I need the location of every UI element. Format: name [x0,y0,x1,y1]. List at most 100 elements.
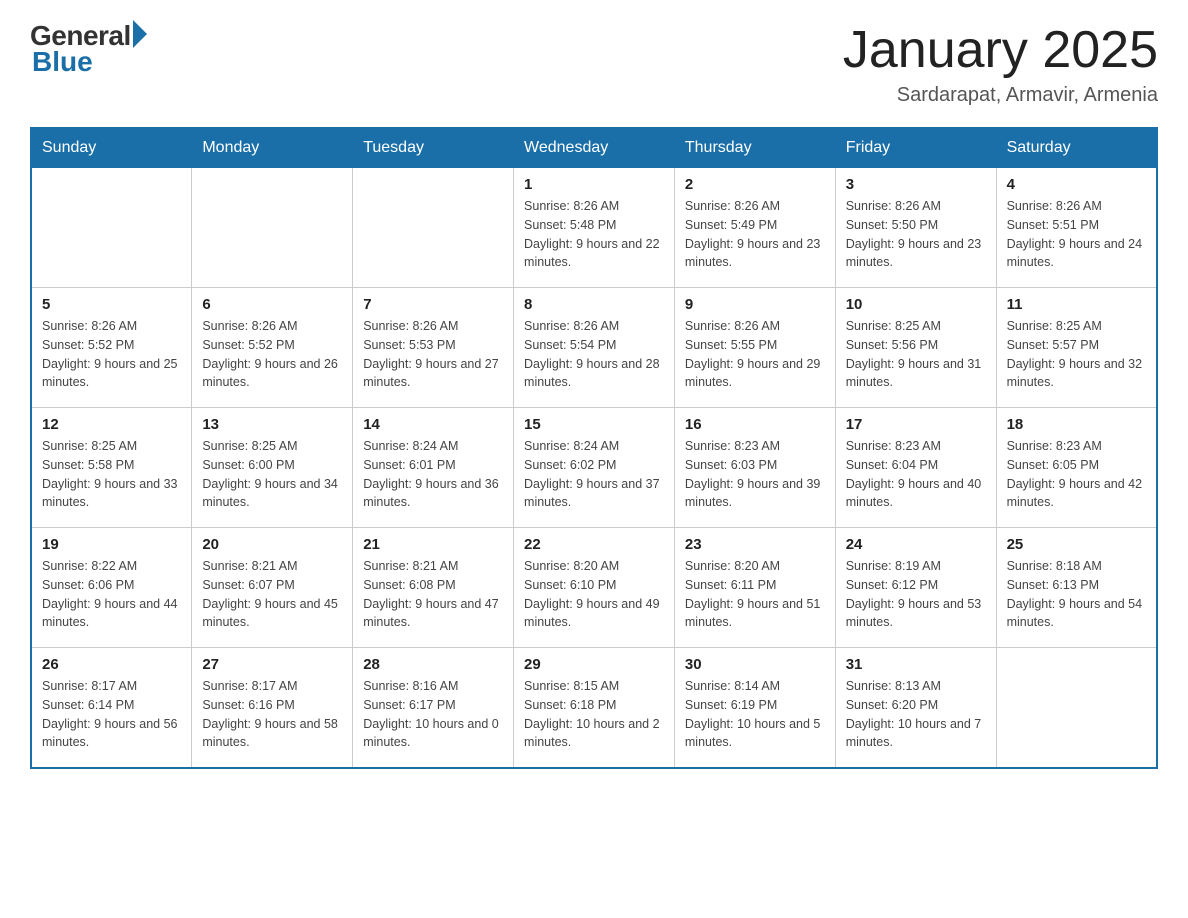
day-info: Sunrise: 8:24 AM Sunset: 6:02 PM Dayligh… [524,437,664,512]
day-number: 7 [363,296,503,313]
day-info: Sunrise: 8:26 AM Sunset: 5:53 PM Dayligh… [363,317,503,392]
day-cell: 7 Sunrise: 8:26 AM Sunset: 5:53 PM Daylig… [353,288,514,408]
day-info: Sunrise: 8:26 AM Sunset: 5:49 PM Dayligh… [685,197,825,272]
day-cell: 6Sunrise: 8:26 AM Sunset: 5:52 PM Daylig… [192,288,353,408]
day-info: Sunrise: 8:26 AM Sunset: 5:51 PM Dayligh… [1007,197,1146,272]
day-number: 20 [202,536,342,553]
day-info: Sunrise: 8:24 AM Sunset: 6:01 PM Dayligh… [363,437,503,512]
day-number: 13 [202,416,342,433]
day-number: 27 [202,656,342,673]
day-cell: 10Sunrise: 8:25 AM Sunset: 5:56 PM Dayli… [835,288,996,408]
page-header: General Blue January 2025 Sardarapat, Ar… [30,20,1158,107]
header-row: SundayMondayTuesdayWednesdayThursdayFrid… [31,128,1157,168]
day-info: Sunrise: 8:16 AM Sunset: 6:17 PM Dayligh… [363,677,503,752]
day-number: 9 [685,296,825,313]
day-info: Sunrise: 8:23 AM Sunset: 6:05 PM Dayligh… [1007,437,1146,512]
day-info: Sunrise: 8:15 AM Sunset: 6:18 PM Dayligh… [524,677,664,752]
day-cell: 12 Sunrise: 8:25 AM Sunset: 5:58 PM Dayli… [31,408,192,528]
day-number: 1 [524,176,664,193]
calendar-header: SundayMondayTuesdayWednesdayThursdayFrid… [31,128,1157,168]
day-cell: 25Sunrise: 8:18 AM Sunset: 6:13 PM Dayli… [996,528,1157,648]
day-info: Sunrise: 8:21 AM Sunset: 6:07 PM Dayligh… [202,557,342,632]
week-row-1: 1 Sunrise: 8:26 AM Sunset: 5:48 PM Daylig… [31,168,1157,288]
day-number: 19 [42,536,181,553]
week-row-2: 5 Sunrise: 8:26 AM Sunset: 5:52 PM Daylig… [31,288,1157,408]
week-row-3: 12 Sunrise: 8:25 AM Sunset: 5:58 PM Dayli… [31,408,1157,528]
day-info: Sunrise: 8:22 AM Sunset: 6:06 PM Dayligh… [42,557,181,632]
day-number: 16 [685,416,825,433]
calendar-title: January 2025 [843,20,1158,80]
day-number: 28 [363,656,503,673]
day-info: Sunrise: 8:23 AM Sunset: 6:04 PM Dayligh… [846,437,986,512]
day-cell: 23 Sunrise: 8:20 AM Sunset: 6:11 PM Dayli… [674,528,835,648]
header-cell-sunday: Sunday [31,128,192,168]
day-cell: 28 Sunrise: 8:16 AM Sunset: 6:17 PM Dayli… [353,648,514,768]
day-number: 3 [846,176,986,193]
day-number: 8 [524,296,664,313]
day-number: 29 [524,656,664,673]
day-info: Sunrise: 8:17 AM Sunset: 6:14 PM Dayligh… [42,677,181,752]
logo: General Blue [30,20,147,78]
day-cell: 17 Sunrise: 8:23 AM Sunset: 6:04 PM Dayli… [835,408,996,528]
logo-blue-text: Blue [32,46,93,78]
day-cell: 26 Sunrise: 8:17 AM Sunset: 6:14 PM Dayli… [31,648,192,768]
day-cell: 8 Sunrise: 8:26 AM Sunset: 5:54 PM Daylig… [514,288,675,408]
calendar-subtitle: Sardarapat, Armavir, Armenia [843,84,1158,107]
day-number: 31 [846,656,986,673]
day-cell: 19 Sunrise: 8:22 AM Sunset: 6:06 PM Dayli… [31,528,192,648]
day-number: 30 [685,656,825,673]
day-number: 25 [1007,536,1146,553]
day-number: 26 [42,656,181,673]
header-cell-thursday: Thursday [674,128,835,168]
title-block: January 2025 Sardarapat, Armavir, Armeni… [843,20,1158,107]
header-cell-friday: Friday [835,128,996,168]
day-info: Sunrise: 8:19 AM Sunset: 6:12 PM Dayligh… [846,557,986,632]
day-number: 2 [685,176,825,193]
day-info: Sunrise: 8:26 AM Sunset: 5:52 PM Dayligh… [202,317,342,392]
day-info: Sunrise: 8:25 AM Sunset: 5:56 PM Dayligh… [846,317,986,392]
day-cell [192,168,353,288]
day-cell: 15 Sunrise: 8:24 AM Sunset: 6:02 PM Dayli… [514,408,675,528]
day-cell [996,648,1157,768]
day-number: 23 [685,536,825,553]
day-number: 24 [846,536,986,553]
header-cell-wednesday: Wednesday [514,128,675,168]
day-cell: 29 Sunrise: 8:15 AM Sunset: 6:18 PM Dayli… [514,648,675,768]
day-cell [31,168,192,288]
day-cell: 11 Sunrise: 8:25 AM Sunset: 5:57 PM Dayli… [996,288,1157,408]
day-number: 22 [524,536,664,553]
day-cell: 16 Sunrise: 8:23 AM Sunset: 6:03 PM Dayli… [674,408,835,528]
day-info: Sunrise: 8:13 AM Sunset: 6:20 PM Dayligh… [846,677,986,752]
day-cell: 1 Sunrise: 8:26 AM Sunset: 5:48 PM Daylig… [514,168,675,288]
day-info: Sunrise: 8:23 AM Sunset: 6:03 PM Dayligh… [685,437,825,512]
day-info: Sunrise: 8:25 AM Sunset: 5:58 PM Dayligh… [42,437,181,512]
day-info: Sunrise: 8:17 AM Sunset: 6:16 PM Dayligh… [202,677,342,752]
week-row-5: 26 Sunrise: 8:17 AM Sunset: 6:14 PM Dayli… [31,648,1157,768]
week-row-4: 19 Sunrise: 8:22 AM Sunset: 6:06 PM Dayli… [31,528,1157,648]
day-cell [353,168,514,288]
day-number: 15 [524,416,664,433]
day-number: 11 [1007,296,1146,313]
day-info: Sunrise: 8:26 AM Sunset: 5:48 PM Dayligh… [524,197,664,272]
calendar-body: 1 Sunrise: 8:26 AM Sunset: 5:48 PM Daylig… [31,168,1157,768]
day-info: Sunrise: 8:25 AM Sunset: 5:57 PM Dayligh… [1007,317,1146,392]
day-number: 12 [42,416,181,433]
day-cell: 3Sunrise: 8:26 AM Sunset: 5:50 PM Daylig… [835,168,996,288]
header-cell-monday: Monday [192,128,353,168]
day-info: Sunrise: 8:14 AM Sunset: 6:19 PM Dayligh… [685,677,825,752]
day-info: Sunrise: 8:26 AM Sunset: 5:54 PM Dayligh… [524,317,664,392]
day-cell: 20 Sunrise: 8:21 AM Sunset: 6:07 PM Dayli… [192,528,353,648]
day-number: 14 [363,416,503,433]
day-cell: 30 Sunrise: 8:14 AM Sunset: 6:19 PM Dayli… [674,648,835,768]
day-cell: 18Sunrise: 8:23 AM Sunset: 6:05 PM Dayli… [996,408,1157,528]
day-info: Sunrise: 8:21 AM Sunset: 6:08 PM Dayligh… [363,557,503,632]
day-number: 17 [846,416,986,433]
day-cell: 13Sunrise: 8:25 AM Sunset: 6:00 PM Dayli… [192,408,353,528]
header-cell-saturday: Saturday [996,128,1157,168]
calendar-table: SundayMondayTuesdayWednesdayThursdayFrid… [30,127,1158,769]
day-cell: 14 Sunrise: 8:24 AM Sunset: 6:01 PM Dayli… [353,408,514,528]
day-cell: 27 Sunrise: 8:17 AM Sunset: 6:16 PM Dayli… [192,648,353,768]
day-number: 5 [42,296,181,313]
day-cell: 2 Sunrise: 8:26 AM Sunset: 5:49 PM Daylig… [674,168,835,288]
day-info: Sunrise: 8:20 AM Sunset: 6:11 PM Dayligh… [685,557,825,632]
